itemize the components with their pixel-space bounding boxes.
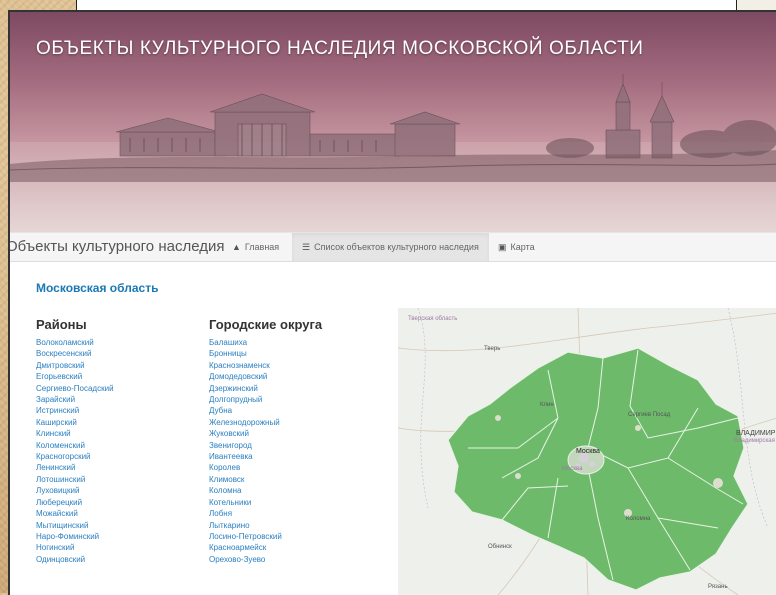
district-link[interactable]: Красногорский <box>36 451 114 462</box>
city-district-link[interactable]: Дзержинский <box>209 383 282 394</box>
city-district-link[interactable]: Котельники <box>209 497 282 508</box>
navbar-brand[interactable]: Объекты культурного наследия <box>10 238 224 255</box>
map-label-vladimir: ВЛАДИМИР <box>736 430 776 437</box>
district-link[interactable]: Волоколамский <box>36 337 114 348</box>
map-image-icon: ▣ <box>498 242 507 252</box>
districts-heading: Районы <box>36 317 87 332</box>
map-label-vladimir-region: Владимирская <box>734 438 775 444</box>
district-link[interactable]: Наро-Фоминский <box>36 531 114 542</box>
map-label-ryazan: Рязань <box>708 584 728 590</box>
banner-title: ОБЪЕКТЫ КУЛЬТУРНОГО НАСЛЕДИЯ МОСКОВСКОЙ … <box>36 38 644 59</box>
city-district-link[interactable]: Бронницы <box>209 348 282 359</box>
district-link[interactable]: Клинский <box>36 428 114 439</box>
city-district-link[interactable]: Железнодорожный <box>209 417 282 428</box>
district-link[interactable]: Сергиево-Посадский <box>36 383 114 394</box>
city-district-link[interactable]: Королев <box>209 462 282 473</box>
nav-home-label: Главная <box>244 242 280 252</box>
nav-objects-list[interactable]: ☰ Список объектов культурного наследия <box>292 233 489 261</box>
nav-map[interactable]: ▣ Карта <box>488 233 545 261</box>
district-link[interactable]: Истринский <box>36 405 114 416</box>
district-link[interactable]: Егорьевский <box>36 371 114 382</box>
city-district-link[interactable]: Краснознаменск <box>209 360 282 371</box>
nav-home[interactable]: ▲ Главная <box>222 233 289 261</box>
district-link[interactable]: Ленинский <box>36 462 114 473</box>
district-link[interactable]: Лотошинский <box>36 474 114 485</box>
city-district-link[interactable]: Красноармейск <box>209 542 282 553</box>
city-districts-heading: Городские округа <box>209 317 323 332</box>
city-district-link[interactable]: Климовск <box>209 474 282 485</box>
district-link[interactable]: Дмитровский <box>36 360 114 371</box>
map-label-obninsk: Обнинск <box>488 544 512 550</box>
city-district-link[interactable]: Жуковский <box>209 428 282 439</box>
home-icon: ▲ <box>232 242 241 252</box>
district-link[interactable]: Можайский <box>36 508 114 519</box>
city-districts-list: Балашиха Бронницы Краснознаменск Домодедовс… <box>209 337 282 565</box>
district-link[interactable]: Зарайский <box>36 394 114 405</box>
city-district-link[interactable]: Коломна <box>209 485 282 496</box>
nav-map-label: Карта <box>510 242 535 252</box>
city-district-link[interactable]: Лобня <box>209 508 282 519</box>
district-link[interactable]: Каширский <box>36 417 114 428</box>
map-label-kolomna: Коломна <box>626 516 651 522</box>
nav-objects-list-label: Список объектов культурного наследия <box>314 242 479 252</box>
manor-illustration <box>10 74 776 232</box>
district-link[interactable]: Луховицкий <box>36 485 114 496</box>
map-label-tver-region: Тверская область <box>408 316 458 322</box>
city-district-link[interactable]: Звенигород <box>209 440 282 451</box>
district-link[interactable]: Воскресенский <box>36 348 114 359</box>
website-screenshot: ОБЪЕКТЫ КУЛЬТУРНОГО НАСЛЕДИЯ МОСКОВСКОЙ … <box>8 10 776 595</box>
map-label-sergiev-posad: Сергиев Посад <box>628 412 671 418</box>
city-district-link[interactable]: Лыткарино <box>209 520 282 531</box>
district-link[interactable]: Мытищинский <box>36 520 114 531</box>
city-district-link[interactable]: Орехово-Зуево <box>209 554 282 565</box>
district-link[interactable]: Коломенский <box>36 440 114 451</box>
city-district-link[interactable]: Балашиха <box>209 337 282 348</box>
map-label-moscow-sub: Москва <box>562 466 583 472</box>
header-banner: ОБЪЕКТЫ КУЛЬТУРНОГО НАСЛЕДИЯ МОСКОВСКОЙ … <box>10 12 776 232</box>
city-district-link[interactable]: Долгопрудный <box>209 394 282 405</box>
city-district-link[interactable]: Домодедовский <box>209 371 282 382</box>
districts-list: Волоколамский Воскресенский Дмитровский Его… <box>36 337 114 565</box>
district-link[interactable]: Одинцовский <box>36 554 114 565</box>
top-navbar: Объекты культурного наследия ▲ Главная ☰ С… <box>10 232 776 262</box>
city-district-link[interactable]: Дубна <box>209 405 282 416</box>
district-link[interactable]: Ногинский <box>36 542 114 553</box>
map-label-tver: Тверь <box>484 346 501 352</box>
city-district-link[interactable]: Лосино-Петровский <box>209 531 282 542</box>
district-link[interactable]: Люберецкий <box>36 497 114 508</box>
city-district-link[interactable]: Ивантеевка <box>209 451 282 462</box>
region-title[interactable]: Московская область <box>36 281 158 295</box>
list-icon: ☰ <box>302 242 311 252</box>
moscow-region-map[interactable]: Тверская область Тверь Клин Сергиев Поса… <box>398 308 776 595</box>
map-label-moscow: Москва <box>576 448 600 455</box>
map-label-klin: Клин <box>540 402 554 408</box>
